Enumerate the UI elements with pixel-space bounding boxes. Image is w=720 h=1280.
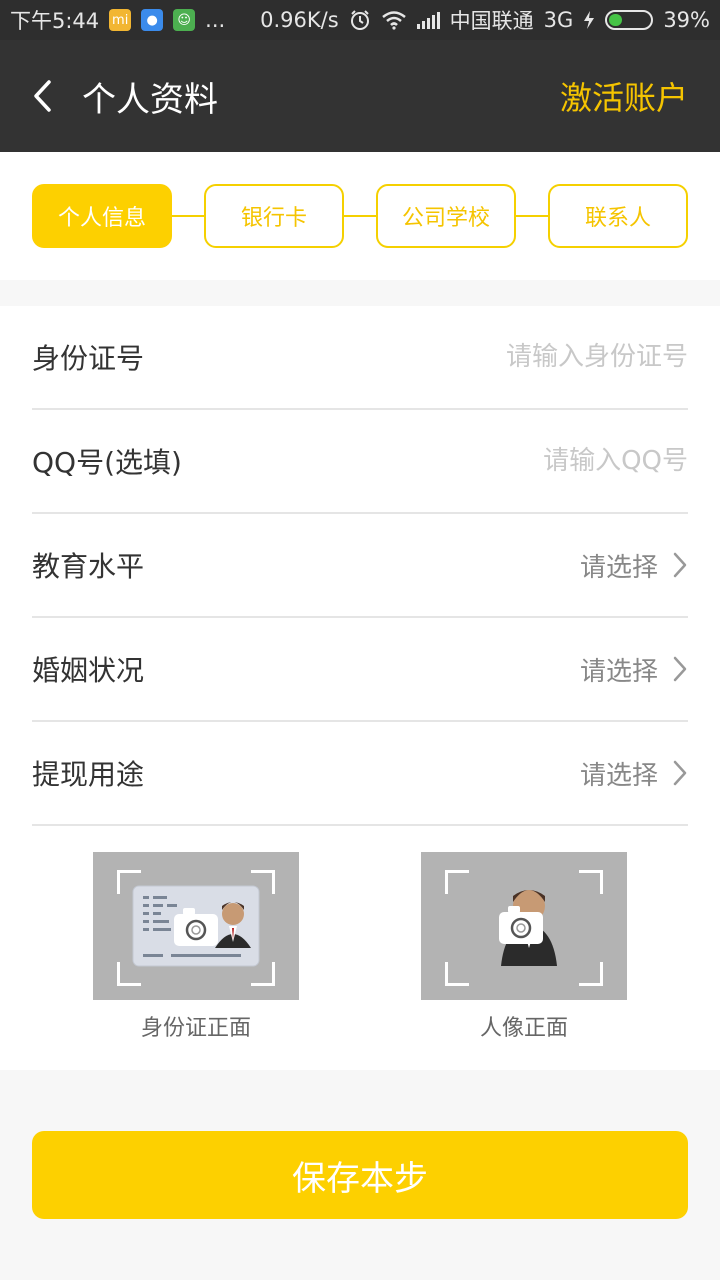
portrait-label: 人像正面 <box>479 1016 568 1041</box>
marriage-row[interactable]: 婚姻状况 请选择 <box>32 618 688 722</box>
qq-input[interactable] <box>328 446 688 476</box>
nav-bar: 个人资料 激活账户 <box>0 40 720 152</box>
step-indicator: 个人信息 银行卡 公司学校 联系人 <box>0 152 720 280</box>
id-card-image <box>132 885 260 967</box>
marriage-value: 请选择 <box>579 656 658 687</box>
profile-form: 身份证号 QQ号(选填) 教育水平 请选择 婚姻状况 请选择 提现用途 请选择 <box>0 306 720 1070</box>
portrait-image <box>499 890 557 966</box>
id-front-upload: 身份证正面 <box>93 852 299 1042</box>
page-title: 个人资料 <box>82 79 218 120</box>
id-front-upload-box[interactable] <box>93 852 299 1000</box>
status-carrier: 中国联通 <box>449 9 534 33</box>
battery-fill <box>609 14 623 26</box>
id-number-row: 身份证号 <box>32 306 688 410</box>
step-personal-info[interactable]: 个人信息 <box>32 184 172 248</box>
chevron-right-icon <box>673 552 687 578</box>
battery-icon <box>605 10 654 30</box>
step-contacts[interactable]: 联系人 <box>548 184 688 248</box>
chevron-right-icon <box>673 760 687 786</box>
status-left: 下午5:44 mi ● ☺ ... <box>10 5 225 35</box>
id-front-label: 身份证正面 <box>140 1016 251 1041</box>
charging-icon <box>584 11 595 29</box>
chat-app-icon: ● <box>141 9 164 31</box>
qq-row: QQ号(选填) <box>32 410 688 514</box>
chevron-right-icon <box>673 656 687 682</box>
back-button[interactable] <box>32 76 62 116</box>
education-select[interactable]: 请选择 <box>580 547 688 584</box>
marriage-label: 婚姻状况 <box>32 654 145 687</box>
back-arrow-icon <box>34 80 51 112</box>
purpose-label: 提现用途 <box>32 758 145 791</box>
education-row[interactable]: 教育水平 请选择 <box>32 514 688 618</box>
status-right: 0.96K/s 中国联通 3G 39% <box>260 5 710 35</box>
portrait-upload: 人像正面 <box>421 852 627 1042</box>
step-company-school[interactable]: 公司学校 <box>376 184 516 248</box>
purpose-row[interactable]: 提现用途 请选择 <box>32 722 688 826</box>
signal-icon <box>416 11 440 29</box>
step-connector <box>172 215 204 217</box>
wifi-icon <box>381 11 406 30</box>
step-connector <box>344 215 376 217</box>
purpose-value: 请选择 <box>579 760 658 791</box>
id-number-label: 身份证号 <box>32 342 145 375</box>
status-battery: 39% <box>663 8 710 32</box>
qq-label: QQ号(选填) <box>32 446 182 479</box>
education-value: 请选择 <box>579 552 658 583</box>
save-step-button[interactable]: 保存本步 <box>32 1131 688 1219</box>
mi-app-icon: mi <box>109 9 132 31</box>
step-connector <box>516 215 548 217</box>
education-label: 教育水平 <box>32 550 145 583</box>
alarm-icon <box>350 10 369 30</box>
android-app-icon: ☺ <box>173 9 196 31</box>
purpose-select[interactable]: 请选择 <box>580 755 688 792</box>
portrait-upload-box[interactable] <box>421 852 627 1000</box>
status-time: 下午5:44 <box>10 9 100 33</box>
step-bank-card[interactable]: 银行卡 <box>204 184 344 248</box>
marriage-select[interactable]: 请选择 <box>580 651 688 688</box>
status-more: ... <box>205 8 226 32</box>
status-bar: 下午5:44 mi ● ☺ ... 0.96K/s 中国联通 3G 39% <box>0 0 720 40</box>
id-number-input[interactable] <box>328 342 688 372</box>
status-network: 3G <box>543 8 574 32</box>
status-speed: 0.96K/s <box>260 8 339 32</box>
activate-account-button[interactable]: 激活账户 <box>560 73 688 119</box>
